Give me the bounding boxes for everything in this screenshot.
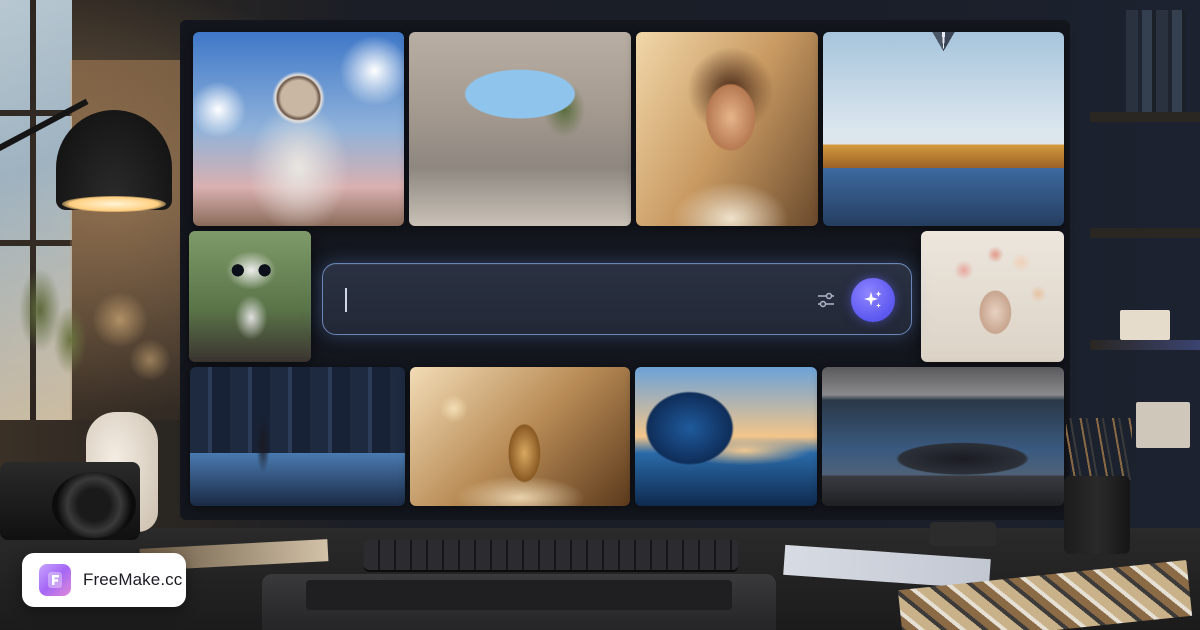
- lamp-light: [62, 196, 166, 212]
- shelf: [1090, 228, 1200, 238]
- bookshelf-books: [1126, 10, 1186, 112]
- gallery-tile-woman-portrait[interactable]: [636, 32, 818, 226]
- gallery-tile-ocean-wave[interactable]: [635, 367, 817, 506]
- prompt-input[interactable]: [348, 280, 788, 320]
- plant: [0, 250, 180, 430]
- settings-button[interactable]: [814, 288, 838, 312]
- sparkles-icon: [864, 291, 882, 308]
- sliders-icon: [818, 292, 834, 308]
- brand-f-icon: [48, 572, 62, 588]
- pencils: [1066, 418, 1132, 480]
- shelf: [1090, 340, 1200, 350]
- gallery-tile-floral-woman[interactable]: [921, 231, 1064, 362]
- gallery-tile-sports-car-garage[interactable]: [822, 367, 1064, 506]
- generate-button[interactable]: [851, 278, 895, 322]
- desk-tray: [930, 522, 996, 546]
- brand-f-logo: [39, 564, 71, 596]
- gallery-tile-cute-robot[interactable]: [189, 231, 311, 362]
- text-caret: [345, 288, 347, 312]
- drawing-tablet-pad: [306, 580, 732, 610]
- shelf-box: [1120, 310, 1170, 340]
- camera-lens: [52, 472, 136, 538]
- brand-badge[interactable]: FreeMake.cc: [22, 553, 186, 607]
- keyboard: [364, 540, 738, 570]
- gallery-tile-perfume-bottle[interactable]: [410, 367, 630, 506]
- shelf-box: [1136, 402, 1190, 448]
- gallery-tile-astronaut-flowers[interactable]: [193, 32, 404, 226]
- gallery-tile-concrete-architecture[interactable]: [409, 32, 631, 226]
- shelf: [1090, 112, 1200, 122]
- brand-name: FreeMake.cc: [83, 570, 183, 589]
- pencil-cup: [1064, 476, 1130, 554]
- gallery-tile-mountain-lake[interactable]: [823, 32, 1064, 226]
- gallery-tile-neon-city-street[interactable]: [190, 367, 405, 506]
